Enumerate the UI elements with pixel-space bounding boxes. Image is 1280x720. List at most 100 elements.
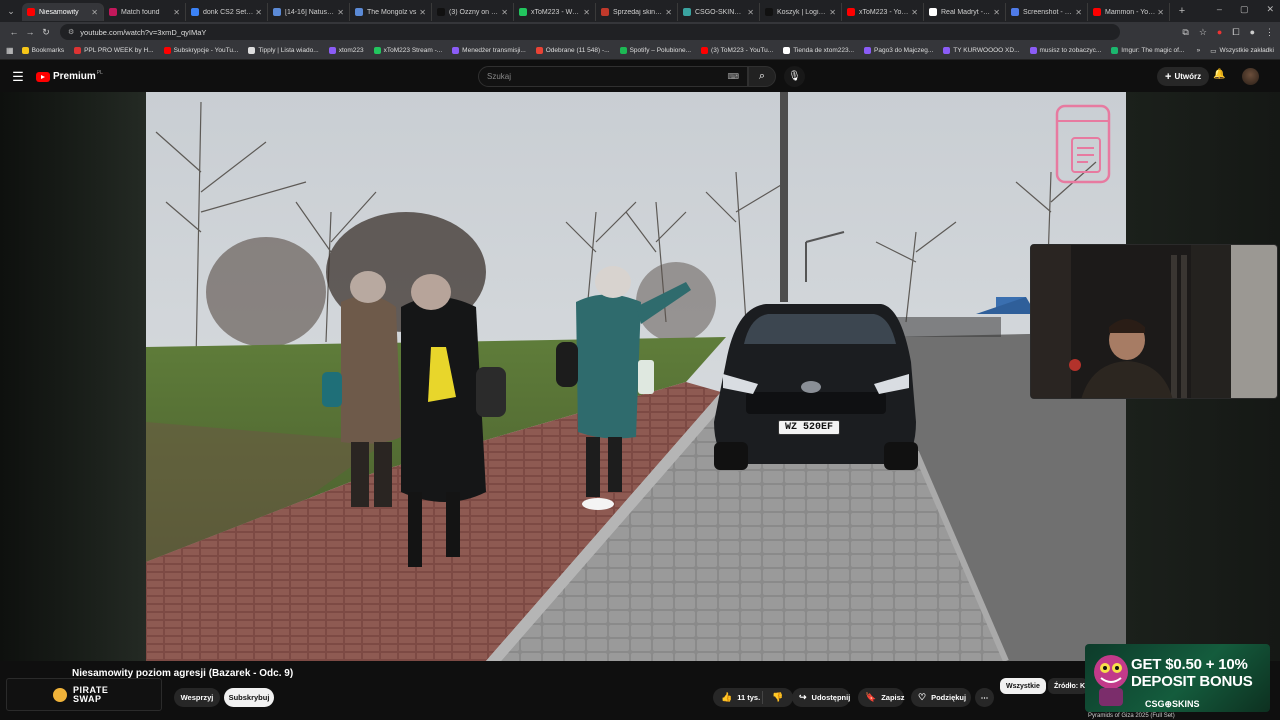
close-tab-icon[interactable]: ✕ [993, 8, 1000, 17]
bookmark-item[interactable]: Bookmarks [21, 47, 64, 54]
dislike-button[interactable]: 👎 [763, 692, 783, 703]
browser-menu-icon[interactable]: ⋮ [1265, 27, 1274, 38]
tab-search-icon[interactable]: ⌄ [4, 4, 18, 18]
cast-icon[interactable]: ⧉ [1182, 27, 1188, 38]
notifications-bell-icon[interactable]: 🔔 [1213, 69, 1225, 80]
browser-tab[interactable]: Match found ✕ [104, 3, 186, 21]
close-tab-icon[interactable]: ✕ [911, 8, 918, 17]
chip-source[interactable]: Źródło: Ko [1048, 678, 1088, 694]
bookmark-star-icon[interactable]: ☆ [1199, 27, 1207, 38]
bookmark-icon: 🔖 [865, 692, 877, 702]
chevron-more-icon[interactable]: » [1197, 47, 1201, 54]
search-input[interactable]: Szukaj ⌨ [478, 66, 748, 87]
keyboard-icon[interactable]: ⌨ [727, 72, 739, 81]
bookmark-item[interactable]: Pago3 do Majczeg... [864, 47, 933, 54]
avatar[interactable] [1242, 68, 1259, 85]
extensions-icon[interactable]: ⧠ [1232, 27, 1239, 38]
close-tab-icon[interactable]: ✕ [91, 8, 98, 17]
browser-tab[interactable]: Mammon - YouT...✕ [1088, 3, 1170, 21]
bookmark-item[interactable]: Tienda de xtom223... [783, 47, 854, 54]
close-window-icon[interactable]: ✕ [1266, 4, 1274, 15]
bookmark-favicon-icon [535, 47, 543, 54]
bookmark-item[interactable]: TY KURWOOOO XD... [943, 47, 1020, 54]
close-tab-icon[interactable]: ✕ [1075, 8, 1082, 17]
channel-logo[interactable]: PIRATE SWAP [6, 678, 162, 711]
close-tab-icon[interactable]: ✕ [829, 8, 836, 17]
more-actions-button[interactable]: ⋯ [975, 688, 994, 707]
subscribe-button[interactable]: Subskrybuj [224, 688, 274, 707]
close-tab-icon[interactable]: ✕ [337, 8, 344, 17]
bookmark-item[interactable]: Imgur: The magic of... [1111, 47, 1184, 54]
tab-favicon-icon [355, 8, 363, 16]
extension-red-icon[interactable]: ● [1217, 27, 1222, 37]
bookmark-item[interactable]: Spotify – Polubione... [619, 47, 691, 54]
bookmark-item[interactable]: xtom223 [328, 47, 364, 54]
browser-tab[interactable]: donk CS2 Settings✕ [186, 3, 268, 21]
bookmark-item[interactable]: Subskrypcje - YouTu... [163, 47, 238, 54]
minimize-icon[interactable]: – [1217, 4, 1222, 15]
close-tab-icon[interactable]: ✕ [255, 8, 262, 17]
bookmark-item[interactable]: xToM223 Stream -... [373, 47, 442, 54]
channel-logo-text: PIRATE SWAP [73, 684, 109, 704]
back-icon[interactable]: ← [6, 27, 22, 37]
close-tab-icon[interactable]: ✕ [665, 8, 672, 17]
search-button[interactable]: ⌕ [748, 66, 776, 87]
site-info-icon[interactable]: ⚙ [68, 28, 74, 36]
create-button[interactable]: + Utwórz [1157, 67, 1210, 86]
share-button[interactable]: ↪ Udostępnij [792, 688, 850, 707]
close-tab-icon[interactable]: ✕ [747, 8, 754, 17]
bookmark-item[interactable]: Menedżer transmisji... [452, 47, 526, 54]
thanks-button[interactable]: ♡ Podziękuj [911, 688, 971, 707]
youtube-logo[interactable]: Premium PL [36, 69, 103, 82]
new-tab-button[interactable]: + [1174, 3, 1190, 19]
browser-tab[interactable]: xToM223 - Watch ✕ [514, 3, 596, 21]
tab-favicon-icon [1011, 8, 1019, 16]
video-player[interactable]: WZ 520EF [146, 92, 1126, 661]
maximize-icon[interactable]: ▢ [1240, 4, 1249, 15]
bookmark-label: PPL PRO WEEK by H... [84, 47, 154, 54]
browser-tab[interactable]: CSGO-SKINS.COM✕ [678, 3, 760, 21]
like-count: 11 tys. [737, 693, 761, 702]
browser-tab[interactable]: Screenshot - 44... ✕ [1006, 3, 1088, 21]
browser-tab[interactable]: Niesamowity ✕ [22, 3, 104, 21]
tab-favicon-icon [683, 8, 691, 16]
youtube-header: ☰ Premium PL Szukaj ⌨ ⌕ 🎙 + Utwórz 🔔 [0, 61, 1280, 92]
like-button[interactable]: 👍 11 tys. [713, 691, 763, 704]
stream-overlay-document-icon [1054, 103, 1112, 185]
close-tab-icon[interactable]: ✕ [583, 8, 590, 17]
browser-tab[interactable]: Sprzedaj skiny C...✕ [596, 3, 678, 21]
voice-search-button[interactable]: 🎙 [784, 66, 805, 87]
logo-region: PL [96, 69, 103, 76]
browser-tab[interactable]: The Mongolz vs ✕ [350, 3, 432, 21]
bookmark-item[interactable]: PPL PRO WEEK by H... [74, 47, 154, 54]
bookmark-item[interactable]: Tipply | Lista wiado... [248, 47, 319, 54]
browser-tab[interactable]: [14-16] Natus Vi...✕ [268, 3, 350, 21]
save-button[interactable]: 🔖 Zapisz [858, 688, 905, 707]
close-tab-icon[interactable]: ✕ [419, 8, 426, 17]
url-field[interactable]: ⚙ youtube.com/watch?v=3xmD_qyIMaY [60, 24, 1120, 40]
menu-icon[interactable]: ☰ [0, 69, 36, 85]
apps-grid-icon[interactable]: ▦ [6, 46, 14, 55]
close-tab-icon[interactable]: ✕ [1157, 8, 1164, 17]
close-tab-icon[interactable]: ✕ [501, 8, 508, 17]
bookmark-favicon-icon [74, 47, 82, 54]
thumbs-down-icon: 👎 [772, 692, 784, 702]
bookmarks-bar: ▦ Bookmarks PPL PRO WEEK by H... Subskrypc… [0, 42, 1280, 60]
more-icon: ⋯ [980, 693, 989, 702]
sponsor-ad-banner[interactable]: GET $0.50 + 10% DEPOSIT BONUS CSG⊕SKINS [1085, 644, 1270, 712]
chip-all[interactable]: Wszystkie [1000, 678, 1046, 694]
reload-icon[interactable]: ↻ [38, 27, 54, 38]
browser-tab[interactable]: xToM223 - YouTu...✕ [842, 3, 924, 21]
browser-tab[interactable]: Real Madryt - Ra...✕ [924, 3, 1006, 21]
forward-icon[interactable]: → [22, 27, 38, 37]
profile-icon[interactable]: ● [1250, 27, 1255, 37]
close-tab-icon[interactable]: ✕ [173, 8, 180, 17]
browser-tab[interactable]: (3) Ozzny on X: "...✕ [432, 3, 514, 21]
browser-tab[interactable]: Koszyk | Logitech ✕ [760, 3, 842, 21]
all-bookmarks[interactable]: » ▭ Wszystkie zakładki [1197, 47, 1274, 55]
bookmark-item[interactable]: musisz to zobaczyc... [1029, 47, 1101, 54]
support-button[interactable]: Wesprzyj [174, 688, 220, 707]
bookmark-item[interactable]: Odebrane (11 548) -... [535, 47, 610, 54]
bookmark-item[interactable]: (3) ToM223 - YouTu... [701, 47, 773, 54]
thumbs-up-icon: 👍 [721, 692, 733, 702]
